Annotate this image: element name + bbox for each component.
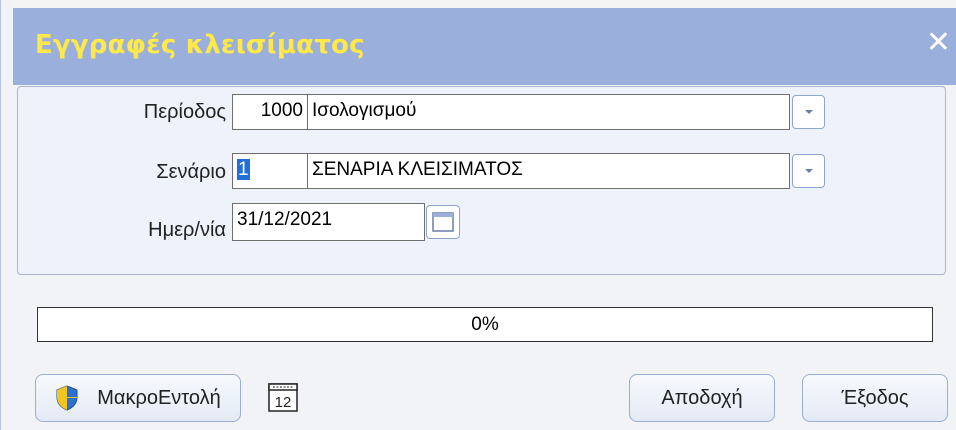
period-label: Περίοδος xyxy=(143,101,226,123)
calendar-icon[interactable]: 12 xyxy=(267,381,299,413)
date-label: Ημερ/νία xyxy=(148,219,226,241)
scenario-code-selected-text: 1 xyxy=(237,159,250,180)
window-title: Εγγραφές κλεισίματος xyxy=(35,30,365,60)
title-bar: Εγγραφές κλεισίματος ✕ xyxy=(13,0,956,85)
shield-icon xyxy=(55,385,79,411)
form-panel: Περίοδος 1000 Ισολογισμού Σενάριο 1 ΣΕΝΑ… xyxy=(17,86,946,275)
scenario-code-field[interactable]: 1 xyxy=(232,153,308,189)
progress-bar: 0% xyxy=(37,307,933,342)
exit-button[interactable]: Έξοδος xyxy=(802,374,948,422)
calendar-day-number: 12 xyxy=(275,394,292,411)
macro-button-label: ΜακροΕντολή xyxy=(97,386,221,409)
period-code-field[interactable]: 1000 xyxy=(232,94,308,130)
chevron-down-icon[interactable] xyxy=(792,154,825,188)
scenario-description-field[interactable]: ΣΕΝΑΡΙΑ ΚΛΕΙΣΙΜΑΤΟΣ xyxy=(307,153,790,189)
macro-button[interactable]: ΜακροΕντολή xyxy=(35,374,241,422)
close-icon[interactable]: ✕ xyxy=(926,28,951,58)
date-field[interactable]: 31/12/2021 xyxy=(232,203,425,241)
progress-label: 0% xyxy=(471,314,499,335)
period-description-field[interactable]: Ισολογισμού xyxy=(307,94,790,130)
dialog-window: Εγγραφές κλεισίματος ✕ Περίοδος 1000 Ισο… xyxy=(0,0,956,430)
chevron-down-icon[interactable] xyxy=(792,95,825,129)
accept-button[interactable]: Αποδοχή xyxy=(629,374,775,422)
scenario-label: Σενάριο xyxy=(156,161,226,183)
calendar-icon[interactable] xyxy=(426,205,460,239)
